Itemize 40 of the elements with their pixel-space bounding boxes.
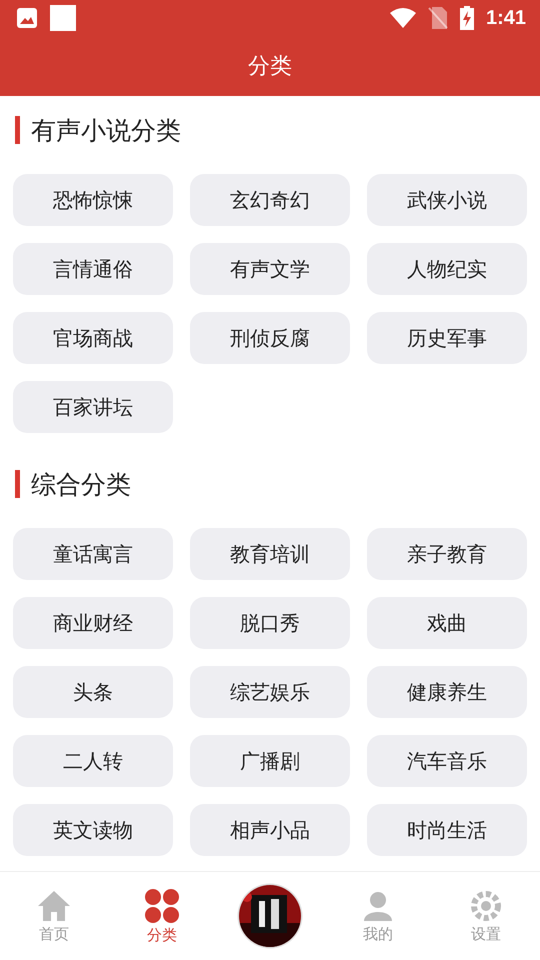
home-icon — [37, 888, 71, 922]
category-chip[interactable]: 头条 — [13, 666, 173, 718]
section-marker — [15, 116, 20, 144]
category-chip[interactable]: 商业财经 — [13, 597, 173, 649]
battery-charging-icon — [460, 6, 474, 30]
category-chip[interactable]: 脱口秀 — [190, 597, 350, 649]
no-sim-icon — [428, 6, 448, 30]
category-chip[interactable]: 二人转 — [13, 735, 173, 787]
category-chip[interactable]: 有声文学 — [190, 243, 350, 295]
category-chip[interactable]: 综艺娱乐 — [190, 666, 350, 718]
category-chip[interactable]: 健康养生 — [367, 666, 527, 718]
category-chip[interactable]: 相声小品 — [190, 804, 350, 856]
category-chip[interactable]: 武侠小说 — [367, 174, 527, 226]
section-title: 有声小说分类 — [31, 114, 181, 146]
grid-icon — [144, 888, 180, 924]
category-chip[interactable]: 玄幻奇幻 — [190, 174, 350, 226]
category-chip[interactable]: 恐怖惊悚 — [13, 174, 173, 226]
settings-icon — [469, 888, 503, 922]
category-chip[interactable]: 教育培训 — [190, 528, 350, 580]
category-chip[interactable]: 广播剧 — [190, 735, 350, 787]
category-chip[interactable]: 刑侦反腐 — [190, 312, 350, 364]
category-chip[interactable]: 历史军事 — [367, 312, 527, 364]
category-chip[interactable]: 戏曲 — [367, 597, 527, 649]
category-chip[interactable]: 人物纪实 — [367, 243, 527, 295]
category-chip[interactable]: 时尚生活 — [367, 804, 527, 856]
category-chip[interactable]: 官场商战 — [13, 312, 173, 364]
wifi-icon — [390, 7, 416, 29]
category-chip[interactable]: 言情通俗 — [13, 243, 173, 295]
page-title: 分类 — [248, 53, 292, 81]
category-chip[interactable]: 汽车音乐 — [367, 735, 527, 787]
status-time: 1:41 — [486, 6, 526, 30]
category-chip[interactable]: 百家讲坛 — [13, 381, 173, 433]
section-marker — [15, 470, 20, 498]
image-icon — [16, 7, 38, 29]
tab-button[interactable]: 分类 — [108, 888, 216, 944]
category-chip[interactable]: 童话寓言 — [13, 528, 173, 580]
section-title: 综合分类 — [31, 468, 131, 500]
square-icon — [50, 5, 76, 31]
category-chip[interactable]: 英文读物 — [13, 804, 173, 856]
category-chip[interactable]: 亲子教育 — [367, 528, 527, 580]
